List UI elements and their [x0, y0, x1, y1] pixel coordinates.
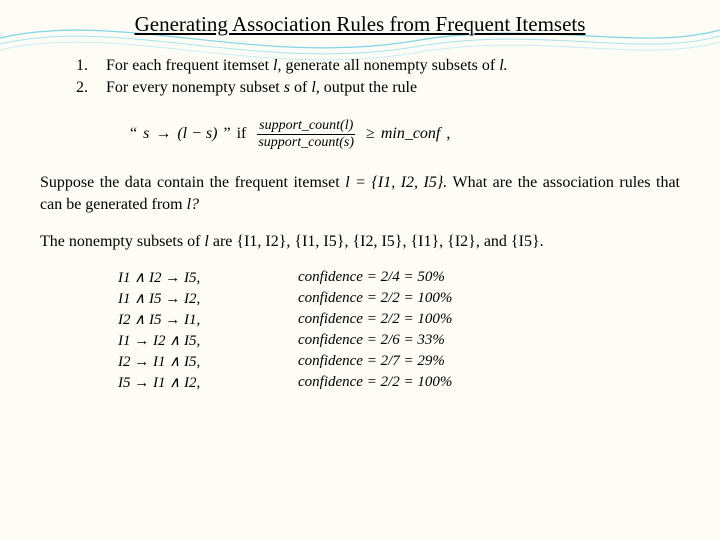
numbered-list: 1. For each frequent itemset l, generate…: [76, 55, 680, 98]
paragraph-example: Suppose the data contain the frequent it…: [40, 172, 680, 217]
table-row: I2 ∧ I5 → I1,confidence = 2/2 = 100%: [110, 309, 550, 330]
list-item: 1. For each frequent itemset l, generate…: [76, 55, 680, 77]
paragraph-subsets: The nonempty subsets of l are {I1, I2}, …: [40, 231, 680, 253]
slide-body: Generating Association Rules from Freque…: [0, 0, 720, 413]
table-row: I5 → I1 ∧ I2,confidence = 2/2 = 100%: [110, 372, 550, 393]
slide-title: Generating Association Rules from Freque…: [40, 12, 680, 37]
rules-table: I1 ∧ I2 → I5,confidence = 2/4 = 50% I1 ∧…: [110, 267, 680, 393]
item-text: For each frequent itemset l, generate al…: [106, 55, 508, 77]
fraction: support_count(l) support_count(s): [256, 118, 356, 150]
item-number: 1.: [76, 55, 106, 77]
rule-formula: “s → (l − s)” if support_count(l) suppor…: [130, 118, 680, 150]
list-item: 2. For every nonempty subset s of l, out…: [76, 77, 680, 99]
table-row: I1 ∧ I5 → I2,confidence = 2/2 = 100%: [110, 288, 550, 309]
table-row: I2 → I1 ∧ I5,confidence = 2/7 = 29%: [110, 351, 550, 372]
table-row: I1 → I2 ∧ I5,confidence = 2/6 = 33%: [110, 330, 550, 351]
item-number: 2.: [76, 77, 106, 99]
table-row: I1 ∧ I2 → I5,confidence = 2/4 = 50%: [110, 267, 550, 288]
item-text: For every nonempty subset s of l, output…: [106, 77, 417, 99]
